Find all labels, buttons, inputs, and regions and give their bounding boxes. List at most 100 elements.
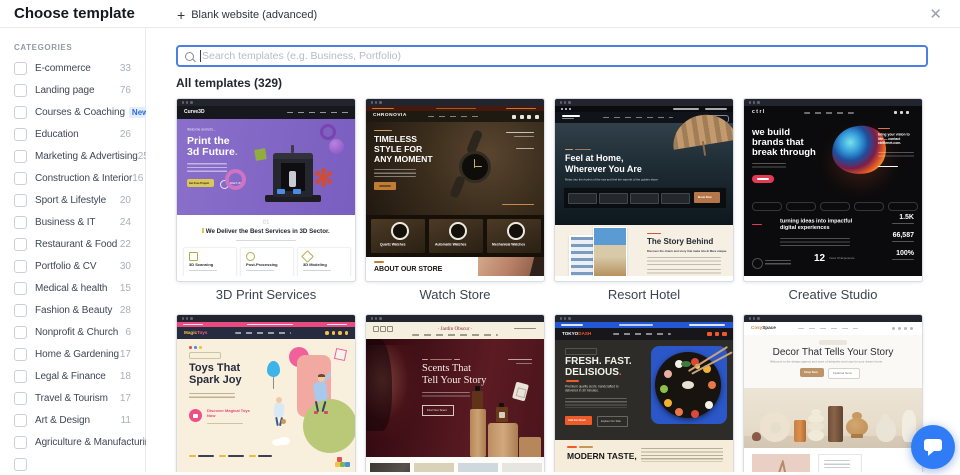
stat-value: 1.5K: [899, 214, 914, 221]
mini-brand: TOKYODASH: [562, 332, 591, 337]
checkbox[interactable]: [14, 194, 27, 207]
close-icon[interactable]: ✕: [923, 4, 948, 24]
about-photo: [478, 257, 544, 276]
booking-field: [568, 193, 597, 204]
sidebar-item-restaurant[interactable]: Restaurant & Food22: [14, 233, 131, 255]
mini-tagline: Welcome and let's...: [187, 128, 216, 132]
vase-base: [851, 434, 863, 438]
mini-heading-3: break through: [752, 148, 816, 158]
checkbox[interactable]: [14, 414, 27, 427]
sidebar-item-fashion[interactable]: Fashion & Beauty28: [14, 299, 131, 321]
sidebar-item-marketing[interactable]: Marketing & Advertising25: [14, 145, 131, 167]
template-card-toys[interactable]: MagicToys Toys That: [176, 314, 356, 472]
sidebar-item-travel[interactable]: Travel & Tourism17: [14, 387, 131, 409]
sidebar-item-ecommerce[interactable]: E-commerce33: [14, 57, 131, 79]
watch-thumb: [507, 222, 525, 240]
checkbox[interactable]: [14, 304, 27, 317]
social-icon: [894, 111, 897, 114]
categories-heading: CATEGORIES: [14, 43, 72, 52]
social-icon: [904, 327, 907, 330]
template-name: 3D Print Services: [176, 287, 356, 302]
checkbox[interactable]: [14, 392, 27, 405]
sidebar-item-landing-page[interactable]: Landing page76: [14, 79, 131, 101]
sidebar-item-legal-finance[interactable]: Legal & Finance18: [14, 365, 131, 387]
chat-button[interactable]: [911, 425, 955, 469]
mini-paragraph-lines: [374, 169, 416, 177]
mini-site: MagicToys Toys That: [177, 322, 355, 472]
template-card-creative-studio[interactable]: ctrl we build brands that break through …: [743, 98, 923, 302]
sidebar-item-business-it[interactable]: Business & IT24: [14, 211, 131, 233]
template-card-3d-print[interactable]: Curve3D Welcome and let's... Print the 3…: [176, 98, 356, 302]
mini-cta-button: [374, 182, 396, 190]
checkbox[interactable]: [14, 282, 27, 295]
blank-website-button[interactable]: + Blank website (advanced): [173, 6, 321, 24]
app-header: Choose template + Blank website (advance…: [0, 0, 960, 28]
sidebar-item-medical[interactable]: Medical & health15: [14, 277, 131, 299]
years-label: Years Of Experience: [829, 257, 855, 260]
template-name: Resort Hotel: [554, 287, 734, 302]
checkbox[interactable]: [14, 216, 27, 229]
social-icon: [898, 327, 901, 330]
mini-brand: MagicToys: [184, 331, 207, 336]
mini-nav-lines: [798, 328, 858, 330]
mini-cta-button: Shop Now: [800, 368, 824, 377]
mini-hero: FRESH. FAST. DELISIOUS. Premium quality …: [555, 340, 733, 440]
template-card-resort-hotel[interactable]: Feel at Home, Wherever You Are Relax int…: [554, 98, 734, 302]
mini-site: CosySpace Decor That Tells Your Story We…: [744, 322, 922, 472]
checkbox[interactable]: [14, 436, 27, 449]
blank-website-label: Blank website (advanced): [191, 9, 317, 21]
template-row: Curve3D Welcome and let's... Print the 3…: [176, 98, 923, 302]
checkbox[interactable]: [14, 128, 27, 141]
social-icon: [910, 327, 913, 330]
sidebar-item-art-design[interactable]: Art & Design11: [14, 409, 131, 431]
printed-model: [289, 171, 296, 187]
checkbox[interactable]: [14, 84, 27, 97]
sidebar-item-home-gardening[interactable]: Home & Gardening17: [14, 343, 131, 365]
mini-label-pill: [565, 348, 597, 355]
mini-heading-1: Feel at Home,: [565, 154, 624, 163]
checkbox[interactable]: [14, 260, 27, 273]
mini-category-row: Quartz Watches Automatic Watches Mechani…: [366, 215, 544, 257]
sidebar-item-construction[interactable]: Construction & Interior16: [14, 167, 131, 189]
template-name: Creative Studio: [743, 287, 923, 302]
template-card-watch-store[interactable]: CHRONOVIA TIMELESS STYLE FOR ANY MOMENT: [365, 98, 545, 302]
mini-hero: TIMELESS STYLE FOR ANY MOMENT: [366, 122, 544, 215]
feature-icon: [246, 252, 255, 261]
perfume-bottle: [496, 407, 508, 422]
checkbox[interactable]: [14, 150, 27, 163]
mini-subtext: Relax into the rhythm of the sea and fee…: [565, 178, 658, 181]
about-title: ABOUT OUR STORE: [374, 266, 442, 273]
checkbox[interactable]: [14, 106, 27, 119]
sidebar-item-sport[interactable]: Sport & Lifestyle20: [14, 189, 131, 211]
checkbox[interactable]: [14, 458, 27, 471]
toy-blocks: [335, 457, 351, 469]
checkbox[interactable]: [14, 172, 27, 185]
watch-thumb: [391, 222, 409, 240]
mini-products-row: [744, 448, 922, 472]
booking-field: [630, 193, 659, 204]
mini-brand: CHRONOVIA: [373, 114, 407, 119]
sidebar-item-portfolio-cv[interactable]: Portfolio & CV30: [14, 255, 131, 277]
checkbox[interactable]: [14, 62, 27, 75]
section-title: MODERN TASTE,: [567, 452, 637, 461]
template-card-perfume[interactable]: · Jardin Obscur · Scents That Tell Your …: [365, 314, 545, 472]
sidebar-item-courses-coaching[interactable]: Courses & CoachingNew16: [14, 101, 131, 123]
social-icon: [569, 108, 571, 110]
search-input[interactable]: Search templates (e.g. Business, Portfol…: [176, 45, 928, 67]
checkbox[interactable]: [14, 326, 27, 339]
purple-sphere-shape: [329, 139, 344, 154]
mini-heading-1: Toys That: [189, 363, 240, 374]
checkbox[interactable]: [14, 348, 27, 361]
category-card: Mechanical Watches: [487, 219, 541, 253]
template-preview: CosySpace Decor That Tells Your Story We…: [743, 314, 923, 472]
sidebar-item-education[interactable]: Education26: [14, 123, 131, 145]
checkbox[interactable]: [14, 238, 27, 251]
template-preview: ctrl we build brands that break through …: [743, 98, 923, 282]
template-card-sushi[interactable]: TOKYODASH FRESH. FAST. DELISIOUS. Premiu…: [554, 314, 734, 472]
sidebar-item-nonprofit[interactable]: Nonprofit & Church6: [14, 321, 131, 343]
template-card-decor[interactable]: CosySpace Decor That Tells Your Story We…: [743, 314, 923, 472]
green-cube-shape: [254, 148, 267, 161]
sidebar-item-agriculture[interactable]: Agriculture & Manufacturing9: [14, 431, 131, 453]
checkbox[interactable]: [14, 370, 27, 383]
booking-field: [599, 193, 628, 204]
